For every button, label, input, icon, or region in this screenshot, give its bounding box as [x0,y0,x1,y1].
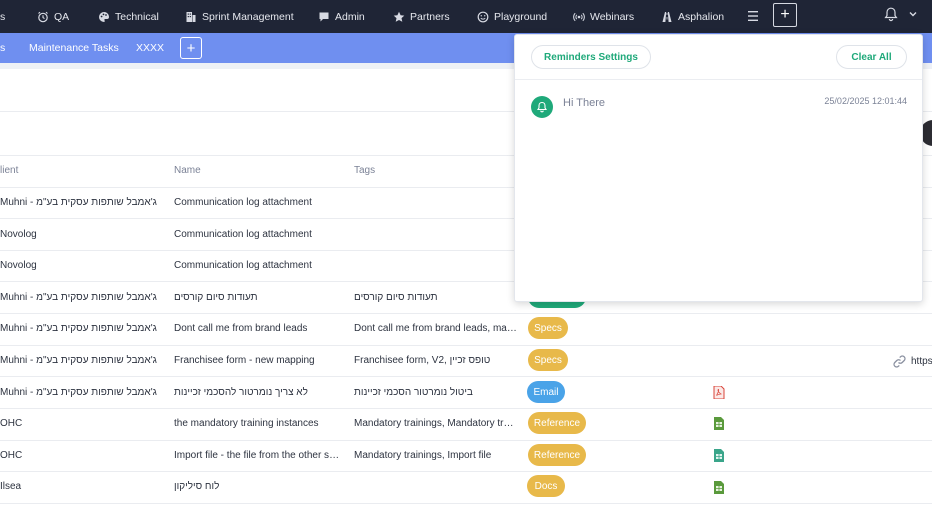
column-header-name[interactable]: Name [174,165,201,176]
cell-name[interactable]: Communication log attachment [174,260,344,271]
cell-client: Muhni - ג'אמבל שותפות עסקית בע"מ [0,323,157,334]
reminders-panel-header: Reminders Settings Clear All [515,35,922,80]
nav-item-admin[interactable]: Admin [318,0,365,33]
table-row-divider [0,503,932,504]
table-row-divider [0,408,932,409]
reminders-settings-button[interactable]: Reminders Settings [531,45,651,69]
reminders-panel: Reminders Settings Clear All Hi There 25… [514,34,923,302]
hamburger-menu-icon[interactable] [748,9,758,23]
broadcast-icon [573,11,585,23]
cell-client: Ilsea [0,481,22,492]
tab-label: XXXX [136,42,165,54]
palette-icon [98,11,110,23]
nav-item-label: Partners [410,10,450,23]
spreadsheet-file-icon[interactable] [713,481,725,494]
cell-tags: תעודות סיום קורסים [354,292,438,303]
cell-name[interactable]: לוח סיליקון [174,481,344,492]
category-badge[interactable]: Docs [527,475,565,497]
alarm-icon [37,11,49,23]
cell-tags: Mandatory trainings, Mandatory traini... [354,418,519,429]
pdf-file-icon[interactable] [713,386,725,399]
table-row-divider [0,313,932,314]
cell-client: Novolog [0,260,37,271]
category-badge[interactable]: Reference [528,444,586,466]
road-icon [661,11,673,23]
nav-item-sprint-management[interactable]: Sprint Management [185,0,294,33]
reminder-title[interactable]: Hi There [563,97,605,109]
smiley-icon [477,11,489,23]
column-header-tags[interactable]: Tags [354,165,375,176]
table-row-divider [0,376,932,377]
nav-item-asphalion[interactable]: Asphalion [661,0,724,33]
nav-item-label: Asphalion [678,10,725,23]
tab-label: s [0,42,6,54]
cell-name[interactable]: the mandatory training instances [174,418,344,429]
nav-item-partners[interactable]: Partners [393,0,450,33]
column-header-client[interactable]: lient [0,165,18,176]
nav-item-label: Webinars [590,10,635,23]
spreadsheet-file-icon[interactable] [713,417,725,430]
table-row-divider [0,440,932,441]
cell-name[interactable]: Franchisee form - new mapping [174,355,344,366]
external-link[interactable]: https [893,354,932,368]
tab-xxxx[interactable]: XXXX [136,33,164,63]
cell-client: OHC [0,450,23,461]
cell-tags: ביטול נומרטור הסכמי זכיינות [354,387,473,398]
tab-maintenance-tasks[interactable]: Maintenance Tasks [29,33,119,63]
category-badge[interactable]: Email [527,381,565,403]
nav-item-qa[interactable]: QA [37,0,69,33]
chevron-down-icon[interactable] [908,9,918,19]
cell-name[interactable]: Communication log attachment [174,229,344,240]
tab-label: Maintenance Tasks [29,42,119,54]
cell-name[interactable]: Communication log attachment [174,197,344,208]
clear-all-button[interactable]: Clear All [836,45,907,69]
add-nav-button[interactable]: + [773,3,797,27]
link-text[interactable]: https [911,356,932,367]
link-icon [893,354,906,368]
cell-name[interactable]: Import file - the file from the other sy… [174,450,344,461]
cell-tags: Franchisee form, V2, טופס זכיין [354,355,491,366]
nav-item-label: Technical [115,10,159,23]
add-tab-button[interactable]: + [180,37,202,59]
nav-item-webinars[interactable]: Webinars [573,0,634,33]
nav-item-label: Sprint Management [202,10,294,23]
nav-item-technical[interactable]: Technical [98,0,159,33]
cell-client: Muhni - ג'אמבל שותפות עסקית בע"מ [0,387,157,398]
table-row-divider [0,345,932,346]
cell-name[interactable]: תעודות סיום קורסים [174,292,344,303]
chat-bubble-icon [318,11,330,23]
category-badge[interactable]: Reference [528,412,586,434]
nav-item-partial[interactable]: s [0,0,5,33]
cell-name[interactable]: לא צריך נומרטור להסכמי זכיינות [174,387,344,398]
cell-tags: Dont call me from brand leads, mappi... [354,323,519,334]
cell-client: OHC [0,418,23,429]
table-row-divider [0,471,932,472]
cell-client: Muhni - ג'אמבל שותפות עסקית בע"מ [0,292,157,303]
reminder-timestamp: 25/02/2025 12:01:44 [824,96,907,106]
nav-item-label: Admin [335,10,365,23]
category-badge[interactable]: Specs [528,349,568,371]
nav-item-playground[interactable]: Playground [477,0,547,33]
nav-item-label: Playground [494,10,548,23]
cell-client: Muhni - ג'אמבל שותפות עסקית בע"מ [0,197,157,208]
top-navigation: s QA Technical Sprint Management Admin P… [0,0,932,33]
cell-client: Muhni - ג'אמבל שותפות עסקית בע"מ [0,355,157,366]
nav-item-label: s [0,10,6,23]
notification-bell-icon[interactable] [883,6,899,22]
cell-tags: Mandatory trainings, Import file [354,450,492,461]
cell-name[interactable]: Dont call me from brand leads [174,323,344,334]
spreadsheet-file-icon[interactable] [713,449,725,462]
category-badge[interactable]: Specs [528,317,568,339]
cell-client: Novolog [0,229,37,240]
nav-item-label: QA [54,10,70,23]
tab-partial[interactable]: s [0,33,5,63]
bell-icon [531,96,553,118]
building-icon [185,11,197,23]
star-icon [393,11,405,23]
